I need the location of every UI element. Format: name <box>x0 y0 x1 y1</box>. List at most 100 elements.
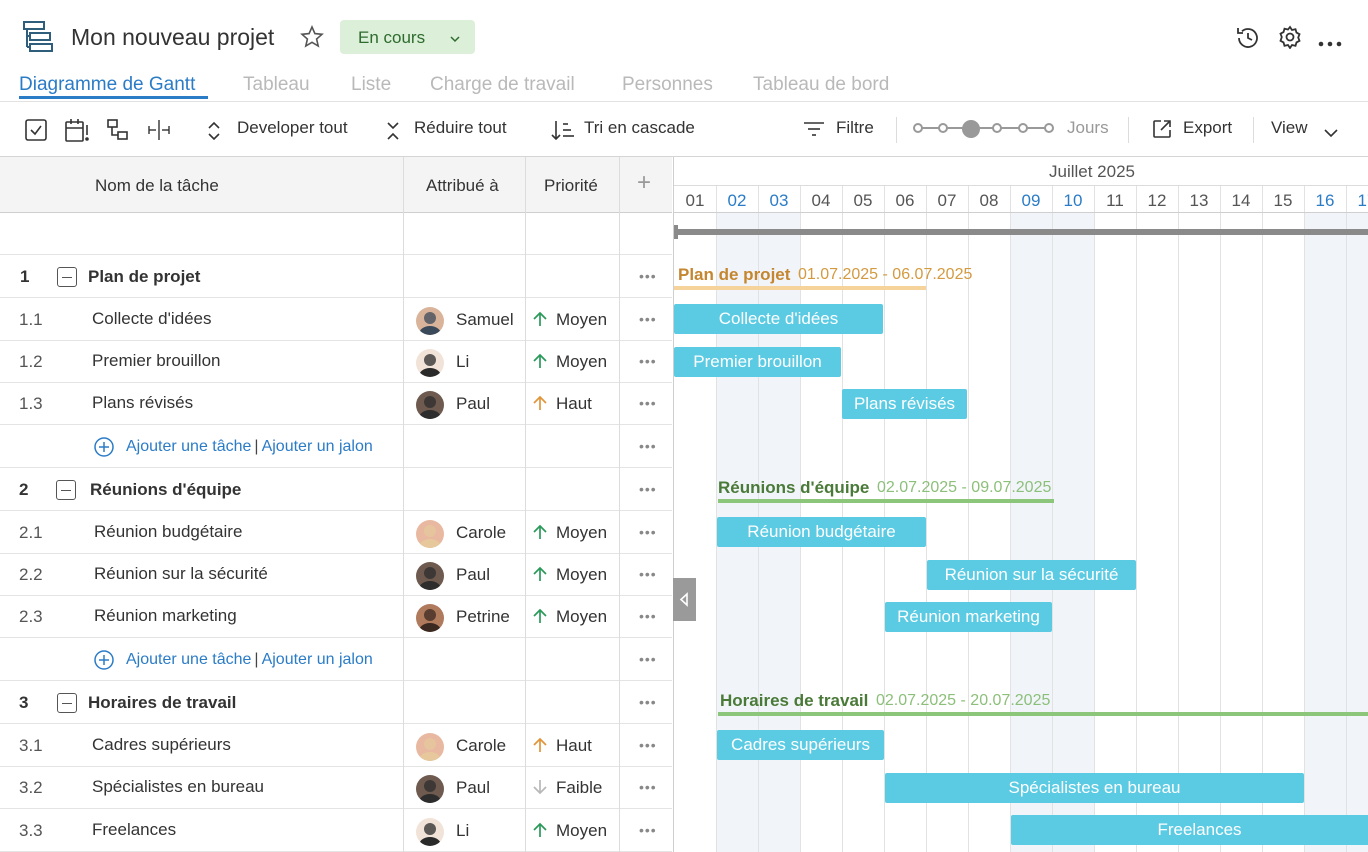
assignee-name[interactable]: Li <box>456 352 469 372</box>
row-menu-icon[interactable]: ••• <box>639 311 657 327</box>
task-bar[interactable]: Réunion sur la sécurité <box>927 560 1136 590</box>
history-icon[interactable] <box>1235 25 1261 56</box>
collapse-all-button[interactable]: Réduire tout <box>414 118 507 138</box>
add-milestone-link[interactable]: Ajouter un jalon <box>262 651 373 668</box>
status-dropdown[interactable]: En cours <box>340 20 475 54</box>
task-name[interactable]: Freelances <box>92 820 176 840</box>
panel-splitter[interactable] <box>673 578 696 621</box>
zoom-track[interactable] <box>914 127 1052 129</box>
row-menu-icon[interactable]: ••• <box>639 566 657 582</box>
tab-list[interactable]: Liste <box>351 74 391 96</box>
priority-value[interactable]: Moyen <box>556 565 607 585</box>
zoom-knob[interactable] <box>962 120 980 138</box>
task-row[interactable]: 3.3 Freelances Li Moyen ••• <box>0 809 672 852</box>
task-row[interactable]: 3.2 Spécialistes en bureau Paul Faible ••• <box>0 767 672 809</box>
task-bar[interactable]: Freelances <box>1011 815 1368 845</box>
task-row[interactable]: 2.2 Réunion sur la sécurité Paul Moyen ••• <box>0 554 672 596</box>
task-bar[interactable]: Réunion marketing <box>885 602 1052 632</box>
row-menu-icon[interactable]: ••• <box>639 481 657 497</box>
chevron-down-icon[interactable] <box>1324 125 1338 143</box>
row-menu-icon[interactable]: ••• <box>639 822 657 838</box>
priority-value[interactable]: Moyen <box>556 607 607 627</box>
summary-bar[interactable] <box>718 712 1368 716</box>
task-bar[interactable]: Premier brouillon <box>674 347 841 377</box>
assignee-name[interactable]: Paul <box>456 778 490 798</box>
star-icon[interactable] <box>300 25 324 54</box>
row-menu-icon[interactable]: ••• <box>639 268 657 284</box>
task-bar[interactable]: Cadres supérieurs <box>717 730 884 760</box>
priority-value[interactable]: Moyen <box>556 310 607 330</box>
task-name[interactable]: Premier brouillon <box>92 351 221 371</box>
task-row[interactable]: 3.1 Cadres supérieurs Carole Haut ••• <box>0 724 672 767</box>
row-menu-icon[interactable]: ••• <box>639 651 657 667</box>
priority-value[interactable]: Moyen <box>556 523 607 543</box>
group-row[interactable]: 1 Plan de projet ••• <box>0 255 672 298</box>
zoom-step[interactable] <box>938 123 948 133</box>
settings-gear-icon[interactable] <box>1278 25 1302 54</box>
task-name[interactable]: Spécialistes en bureau <box>92 777 264 797</box>
task-row[interactable]: 2.1 Réunion budgétaire Carole Moyen ••• <box>0 511 672 554</box>
filter-button[interactable]: Filtre <box>836 118 874 138</box>
priority-value[interactable]: Moyen <box>556 352 607 372</box>
column-width-icon[interactable] <box>146 118 172 147</box>
assignee-name[interactable]: Paul <box>456 565 490 585</box>
task-row[interactable]: 1.1 Collecte d'idées Samuel Moyen ••• <box>0 298 672 341</box>
priority-value[interactable]: Haut <box>556 736 592 756</box>
project-title[interactable]: Mon nouveau projet <box>71 24 274 51</box>
row-menu-icon[interactable]: ••• <box>639 353 657 369</box>
add-plus-icon[interactable] <box>94 650 114 675</box>
tab-dashboard[interactable]: Tableau de bord <box>753 74 889 96</box>
row-menu-icon[interactable]: ••• <box>639 395 657 411</box>
calendar-alert-icon[interactable] <box>64 118 90 149</box>
zoom-step[interactable] <box>1018 123 1028 133</box>
group-row[interactable]: 2 Réunions d'équipe ••• <box>0 468 672 511</box>
task-name[interactable]: Collecte d'idées <box>92 309 211 329</box>
group-row[interactable]: 3 Horaires de travail ••• <box>0 681 672 724</box>
task-name[interactable]: Réunion marketing <box>94 606 237 626</box>
checkbox-task-icon[interactable] <box>24 118 48 147</box>
tab-people[interactable]: Personnes <box>622 74 713 96</box>
summary-bar[interactable] <box>718 499 1054 503</box>
hierarchy-icon[interactable] <box>106 118 130 147</box>
cascade-sort-button[interactable]: Tri en cascade <box>584 118 695 138</box>
view-dropdown[interactable]: View <box>1271 118 1308 138</box>
task-name[interactable]: Réunion sur la sécurité <box>94 564 268 584</box>
group-name[interactable]: Plan de projet <box>88 267 200 287</box>
row-menu-icon[interactable]: ••• <box>639 779 657 795</box>
add-milestone-link[interactable]: Ajouter un jalon <box>262 438 373 455</box>
priority-value[interactable]: Moyen <box>556 821 607 841</box>
tab-gantt[interactable]: Diagramme de Gantt <box>19 74 195 96</box>
column-header-priority[interactable]: Priorité <box>544 176 598 196</box>
add-task-link[interactable]: Ajouter une tâche <box>126 651 251 668</box>
tab-table[interactable]: Tableau <box>243 74 310 96</box>
task-bar[interactable]: Spécialistes en bureau <box>885 773 1304 803</box>
task-name[interactable]: Cadres supérieurs <box>92 735 231 755</box>
assignee-name[interactable]: Carole <box>456 736 506 756</box>
zoom-step[interactable] <box>913 123 923 133</box>
priority-value[interactable]: Haut <box>556 394 592 414</box>
assignee-name[interactable]: Li <box>456 821 469 841</box>
tab-workload[interactable]: Charge de travail <box>430 74 575 96</box>
assignee-name[interactable]: Samuel <box>456 310 514 330</box>
task-name[interactable]: Plans révisés <box>92 393 193 413</box>
assignee-name[interactable]: Carole <box>456 523 506 543</box>
row-menu-icon[interactable]: ••• <box>639 438 657 454</box>
assignee-name[interactable]: Petrine <box>456 607 510 627</box>
collapse-toggle-icon[interactable] <box>57 693 77 713</box>
task-row[interactable]: 1.2 Premier brouillon Li Moyen ••• <box>0 341 672 383</box>
task-bar[interactable]: Plans révisés <box>842 389 967 419</box>
row-menu-icon[interactable]: ••• <box>639 608 657 624</box>
project-summary-bar[interactable] <box>674 229 1368 235</box>
more-icon[interactable] <box>1318 34 1342 52</box>
assignee-name[interactable]: Paul <box>456 394 490 414</box>
export-button[interactable]: Export <box>1183 118 1232 138</box>
summary-bar[interactable] <box>674 286 926 290</box>
row-menu-icon[interactable]: ••• <box>639 694 657 710</box>
row-menu-icon[interactable]: ••• <box>639 737 657 753</box>
task-row[interactable]: 1.3 Plans révisés Paul Haut ••• <box>0 383 672 425</box>
add-plus-icon[interactable] <box>94 437 114 462</box>
task-bar[interactable]: Collecte d'idées <box>674 304 883 334</box>
collapse-toggle-icon[interactable] <box>57 267 77 287</box>
add-column-button[interactable]: + <box>637 169 651 197</box>
priority-value[interactable]: Faible <box>556 778 602 798</box>
